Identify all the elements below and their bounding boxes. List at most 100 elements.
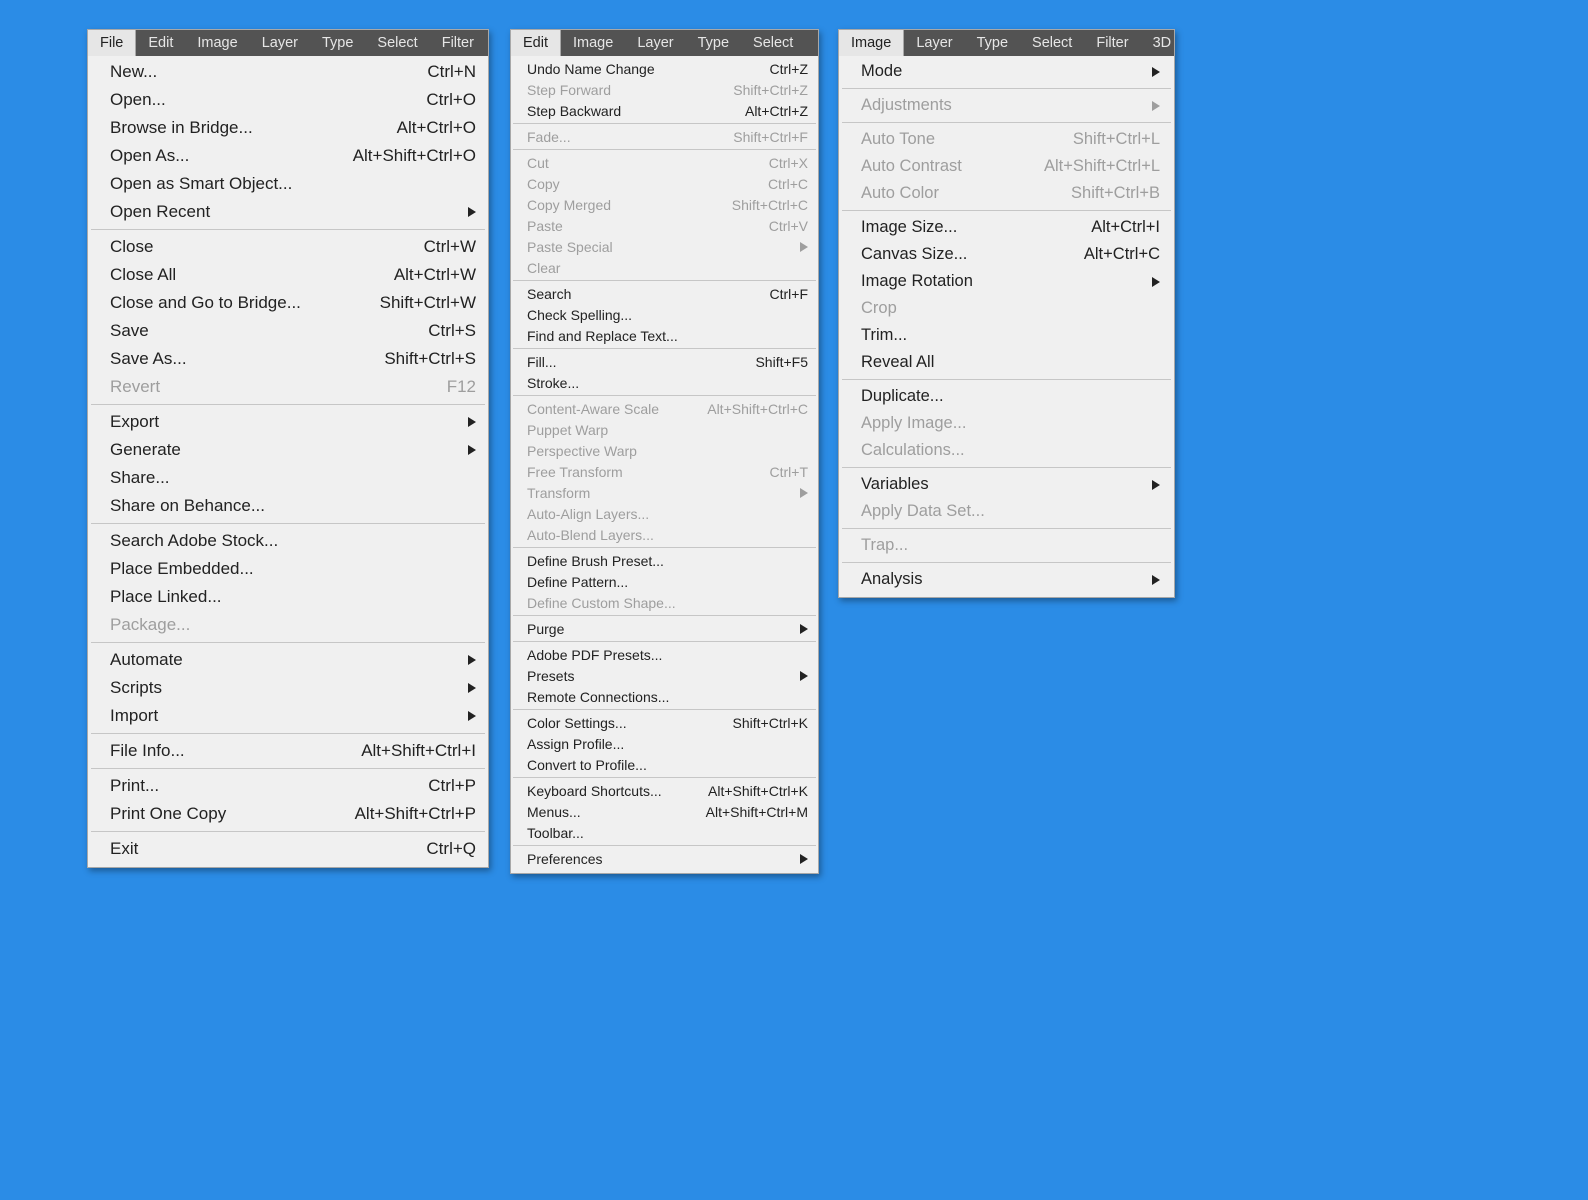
menu-item-stroke[interactable]: Stroke... [511, 372, 818, 393]
menu-item-label: Calculations... [861, 441, 1160, 460]
menu-item-export[interactable]: Export [88, 408, 488, 436]
menubar-item-filter[interactable]: Filter [1084, 30, 1140, 56]
menu-item-exit[interactable]: ExitCtrl+Q [88, 835, 488, 863]
menu-item-label: Adjustments [861, 96, 1142, 115]
menubar-item-layer[interactable]: Layer [904, 30, 964, 56]
menu-item-menus[interactable]: Menus...Alt+Shift+Ctrl+M [511, 801, 818, 822]
menu-item-shortcut: Ctrl+X [753, 155, 808, 171]
menu-item-automate[interactable]: Automate [88, 646, 488, 674]
menubar-item-select[interactable]: Select [365, 30, 429, 56]
menubar-item-edit[interactable]: Edit [511, 30, 561, 56]
menu-item-scripts[interactable]: Scripts [88, 674, 488, 702]
menu-item-presets[interactable]: Presets [511, 665, 818, 686]
menu-item-open-as-smart-object[interactable]: Open as Smart Object... [88, 170, 488, 198]
menubar-item-edit[interactable]: Edit [136, 30, 185, 56]
menubar-item-type[interactable]: Type [686, 30, 741, 56]
menubar: EditImageLayerTypeSelectFilter3D [511, 30, 818, 56]
menu-item-trim[interactable]: Trim... [839, 322, 1174, 349]
menu-item-reveal-all[interactable]: Reveal All [839, 349, 1174, 376]
menu-item-find-and-replace-text[interactable]: Find and Replace Text... [511, 325, 818, 346]
menu-item-share[interactable]: Share... [88, 464, 488, 492]
menu-item-search-adobe-stock[interactable]: Search Adobe Stock... [88, 527, 488, 555]
menu-item-color-settings[interactable]: Color Settings...Shift+Ctrl+K [511, 712, 818, 733]
menu-item-place-linked[interactable]: Place Linked... [88, 583, 488, 611]
menubar-item-filter[interactable]: Filter [805, 30, 818, 56]
menu-item-label: Image Size... [861, 218, 1075, 237]
menu-item-save-as[interactable]: Save As...Shift+Ctrl+S [88, 345, 488, 373]
menu-item-label: Step Forward [527, 82, 717, 98]
menu-item-convert-to-profile[interactable]: Convert to Profile... [511, 754, 818, 775]
edit-panel: EditImageLayerTypeSelectFilter3DUndo Nam… [510, 29, 819, 874]
menubar-item-type[interactable]: Type [310, 30, 365, 56]
menu-separator [91, 642, 485, 643]
menu-item-shortcut: Alt+Ctrl+W [378, 265, 476, 285]
menu-item-shortcut: Shift+Ctrl+K [717, 715, 808, 731]
menu-item-shortcut: F12 [431, 377, 476, 397]
menu-item-import[interactable]: Import [88, 702, 488, 730]
menu-item-remote-connections[interactable]: Remote Connections... [511, 686, 818, 707]
menu-item-label: Share... [110, 468, 476, 488]
menu-item-generate[interactable]: Generate [88, 436, 488, 464]
menu-item-open-as[interactable]: Open As...Alt+Shift+Ctrl+O [88, 142, 488, 170]
menu-item-canvas-size[interactable]: Canvas Size...Alt+Ctrl+C [839, 241, 1174, 268]
menu-item-adobe-pdf-presets[interactable]: Adobe PDF Presets... [511, 644, 818, 665]
menubar-item-select[interactable]: Select [1020, 30, 1084, 56]
menu-item-undo-name-change[interactable]: Undo Name ChangeCtrl+Z [511, 58, 818, 79]
menu-item-label: Convert to Profile... [527, 757, 808, 773]
menubar-item-type[interactable]: Type [965, 30, 1020, 56]
menu-item-new[interactable]: New...Ctrl+N [88, 58, 488, 86]
menu-item-mode[interactable]: Mode [839, 58, 1174, 85]
menubar-item-image[interactable]: Image [561, 30, 625, 56]
menu-item-image-size[interactable]: Image Size...Alt+Ctrl+I [839, 214, 1174, 241]
menu-item-share-on-behance[interactable]: Share on Behance... [88, 492, 488, 520]
menu-item-close[interactable]: CloseCtrl+W [88, 233, 488, 261]
menu-item-image-rotation[interactable]: Image Rotation [839, 268, 1174, 295]
menu-item-analysis[interactable]: Analysis [839, 566, 1174, 593]
menu-item-print-one-copy[interactable]: Print One CopyAlt+Shift+Ctrl+P [88, 800, 488, 828]
menu-item-place-embedded[interactable]: Place Embedded... [88, 555, 488, 583]
menu-item-shortcut: Ctrl+S [412, 321, 476, 341]
menu-item-print[interactable]: Print...Ctrl+P [88, 772, 488, 800]
menu-item-save[interactable]: SaveCtrl+S [88, 317, 488, 345]
menubar-item-file[interactable]: File [88, 30, 136, 56]
menu-item-variables[interactable]: Variables [839, 471, 1174, 498]
menu-item-close-and-go-to-bridge[interactable]: Close and Go to Bridge...Shift+Ctrl+W [88, 289, 488, 317]
submenu-arrow-icon [468, 445, 476, 455]
menu-item-browse-in-bridge[interactable]: Browse in Bridge...Alt+Ctrl+O [88, 114, 488, 142]
submenu-arrow-icon [1152, 480, 1160, 490]
menu-item-step-backward[interactable]: Step BackwardAlt+Ctrl+Z [511, 100, 818, 121]
menubar-item-layer[interactable]: Layer [250, 30, 310, 56]
menu-item-purge[interactable]: Purge [511, 618, 818, 639]
menu-item-check-spelling[interactable]: Check Spelling... [511, 304, 818, 325]
menu-item-label: Check Spelling... [527, 307, 808, 323]
menu-item-define-pattern[interactable]: Define Pattern... [511, 571, 818, 592]
menu-item-toolbar[interactable]: Toolbar... [511, 822, 818, 843]
menu-item-label: Remote Connections... [527, 689, 808, 705]
menu-separator [513, 280, 816, 281]
menubar-item-select[interactable]: Select [741, 30, 805, 56]
menu-item-duplicate[interactable]: Duplicate... [839, 383, 1174, 410]
menu-item-open[interactable]: Open...Ctrl+O [88, 86, 488, 114]
menubar-item-layer[interactable]: Layer [625, 30, 685, 56]
menu-item-label: Cut [527, 155, 753, 171]
menu-item-search[interactable]: SearchCtrl+F [511, 283, 818, 304]
menu-item-shortcut: Alt+Shift+Ctrl+M [690, 804, 808, 820]
menubar-item-filter[interactable]: Filter [430, 30, 486, 56]
menu-item-shortcut: Alt+Shift+Ctrl+P [339, 804, 476, 824]
menu-item-open-recent[interactable]: Open Recent [88, 198, 488, 226]
menubar-item-image[interactable]: Image [839, 30, 904, 56]
menu-item-fill[interactable]: Fill...Shift+F5 [511, 351, 818, 372]
menu-item-keyboard-shortcuts[interactable]: Keyboard Shortcuts...Alt+Shift+Ctrl+K [511, 780, 818, 801]
menu-item-assign-profile[interactable]: Assign Profile... [511, 733, 818, 754]
menu-item-label: Close [110, 237, 408, 257]
menu-item-label: Paste Special [527, 239, 790, 255]
menubar-item-image[interactable]: Image [185, 30, 249, 56]
menu-item-close-all[interactable]: Close AllAlt+Ctrl+W [88, 261, 488, 289]
menu-item-label: Scripts [110, 678, 458, 698]
menu-item-file-info[interactable]: File Info...Alt+Shift+Ctrl+I [88, 737, 488, 765]
menu-item-define-brush-preset[interactable]: Define Brush Preset... [511, 550, 818, 571]
menu-item-puppet-warp: Puppet Warp [511, 419, 818, 440]
menu-item-label: Package... [110, 615, 476, 635]
menubar-item-3d[interactable]: 3D [1141, 30, 1174, 56]
menu-item-preferences[interactable]: Preferences [511, 848, 818, 869]
